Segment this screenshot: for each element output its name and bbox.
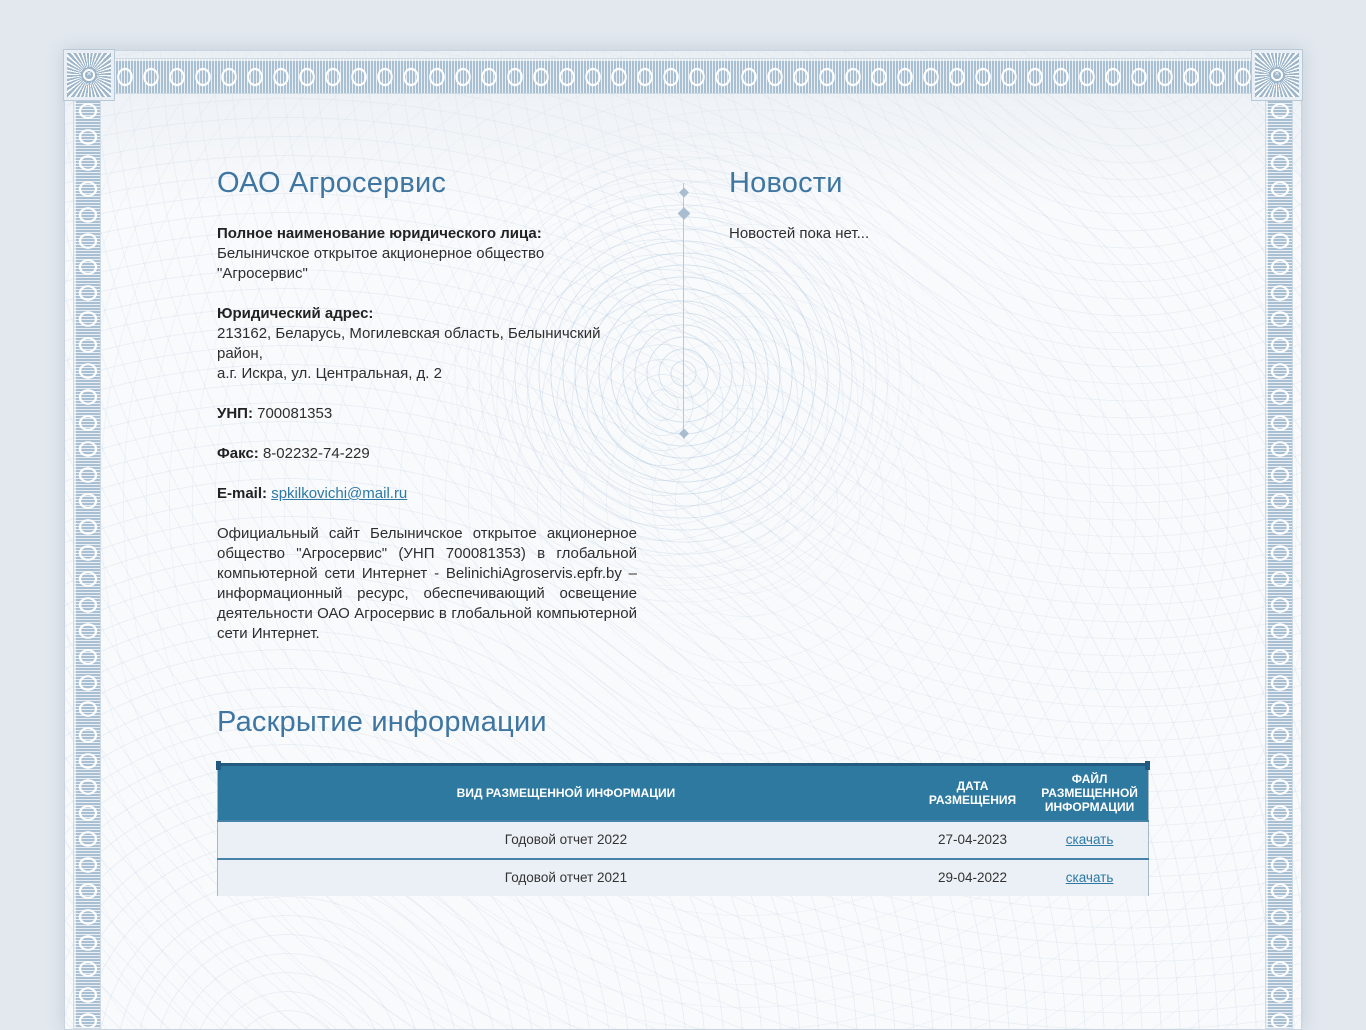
guilloche-border-right xyxy=(1265,97,1293,1029)
report-file-cell: скачать xyxy=(1031,859,1148,896)
guilloche-border-left xyxy=(73,97,101,1029)
email-block: E-mail: spkilkovichi@mail.ru xyxy=(217,484,637,504)
two-column-layout: ОАО Агросервис Полное наименование юриди… xyxy=(217,167,1149,654)
document-sheet: ОАО Агросервис Полное наименование юриди… xyxy=(64,50,1302,1030)
unp-block: УНП: 700081353 xyxy=(217,404,637,424)
ornamental-divider xyxy=(683,183,684,439)
full-name-value: Белыничское открытое акционерное обществ… xyxy=(217,244,637,284)
report-date-cell: 27-04-2023 xyxy=(914,821,1031,859)
table-header-row: ВИД РАЗМЕЩЕННОЙ ИНФОРМАЦИИ ДАТА РАЗМЕЩЕН… xyxy=(218,765,1149,822)
report-name-cell: Годовой отчет 2022 xyxy=(218,821,914,859)
download-link[interactable]: скачать xyxy=(1066,832,1114,847)
column-header-type: ВИД РАЗМЕЩЕННОЙ ИНФОРМАЦИИ xyxy=(218,765,914,822)
disclosure-table: ВИД РАЗМЕЩЕННОЙ ИНФОРМАЦИИ ДАТА РАЗМЕЩЕН… xyxy=(217,763,1149,896)
disclosure-title: Раскрытие информации xyxy=(217,706,1149,739)
fax-value: 8-02232-74-229 xyxy=(263,445,370,462)
table-corner-notch xyxy=(216,761,221,770)
report-name-cell: Годовой отчет 2021 xyxy=(218,859,914,896)
full-name-block: Полное наименование юридического лица: Б… xyxy=(217,224,637,284)
column-header-date: ДАТА РАЗМЕЩЕНИЯ xyxy=(914,765,1031,822)
corner-rosette-icon xyxy=(64,50,114,100)
address-value-line2: а.г. Искра, ул. Центральная, д. 2 xyxy=(217,364,637,384)
fax-block: Факс: 8-02232-74-229 xyxy=(217,444,637,464)
report-date-cell: 29-04-2022 xyxy=(914,859,1031,896)
fax-label: Факс: xyxy=(217,445,259,462)
address-label: Юридический адрес: xyxy=(217,304,637,324)
email-label: E-mail: xyxy=(217,485,267,502)
news-section: Новости Новостей пока нет... xyxy=(729,167,1149,654)
email-link[interactable]: spkilkovichi@mail.ru xyxy=(271,485,407,502)
table-row: Годовой отчет 2022 27-04-2023 скачать xyxy=(218,821,1149,859)
unp-label: УНП: xyxy=(217,405,253,422)
address-block: Юридический адрес: 213162, Беларусь, Мог… xyxy=(217,304,637,384)
download-link[interactable]: скачать xyxy=(1066,870,1114,885)
unp-value: 700081353 xyxy=(257,405,332,422)
column-header-file: ФАЙЛ РАЗМЕЩЕННОЙ ИНФОРМАЦИИ xyxy=(1031,765,1148,822)
column-gap xyxy=(637,167,729,654)
company-about: Официальный сайт Белыничское открытое ак… xyxy=(217,524,637,644)
table-corner-notch xyxy=(1145,761,1150,770)
news-title: Новости xyxy=(729,167,1149,200)
main-content: ОАО Агросервис Полное наименование юриди… xyxy=(217,51,1149,896)
corner-rosette-icon xyxy=(1252,50,1302,100)
full-name-label: Полное наименование юридического лица: xyxy=(217,224,637,244)
company-title: ОАО Агросервис xyxy=(217,167,637,200)
report-file-cell: скачать xyxy=(1031,821,1148,859)
address-value-line1: 213162, Беларусь, Могилевская область, Б… xyxy=(217,324,637,364)
company-section: ОАО Агросервис Полное наименование юриди… xyxy=(217,167,637,654)
disclosure-table-wrap: ВИД РАЗМЕЩЕННОЙ ИНФОРМАЦИИ ДАТА РАЗМЕЩЕН… xyxy=(217,763,1149,896)
page-background: { "colors": { "accent_heading": "#3e76a1… xyxy=(0,0,1366,768)
table-row: Годовой отчет 2021 29-04-2022 скачать xyxy=(218,859,1149,896)
news-empty-message: Новостей пока нет... xyxy=(729,224,1149,244)
